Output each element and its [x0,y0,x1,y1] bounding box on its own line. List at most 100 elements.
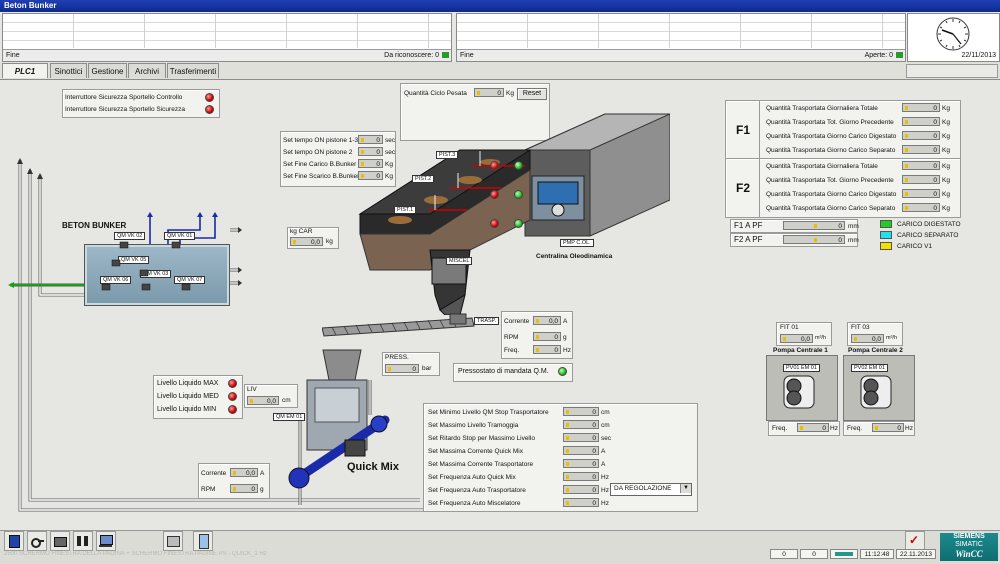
screw-conveyor [322,313,475,337]
kgcar-value: 0,0 [290,237,323,246]
binoculars-icon[interactable] [73,531,93,551]
alarm-grid [457,14,905,48]
quickmix-label: RPM [201,486,216,493]
exit-icon[interactable] [4,531,24,551]
pump-2-freq: Freq. 0 Hz [843,421,915,436]
trasp-value: 0 [533,332,561,341]
f2-label: Quantità Trasportata Giorno Carico Separ… [766,205,896,212]
pf-unit: mm [848,223,859,230]
setting-value[interactable]: 0 [563,420,599,429]
check-icon[interactable]: ✓ [905,531,925,551]
print-icon[interactable] [50,531,70,551]
f1-title: F1 [736,123,751,137]
pump-freq-value: 0 [797,423,829,432]
brand-siemens: SIEMENS [953,533,985,540]
alarm-grid [3,14,451,48]
tab-plc1[interactable]: PLC1 [2,63,48,78]
alarm-footer: Fine Da riconoscere: 0 [3,49,451,61]
f2-title: F2 [736,181,751,195]
piston-tag: PIST.3 [436,151,459,159]
pump-fit-value: 0,0 [851,334,884,343]
setting-label: Set Massimo Livello Tramoggia [428,422,519,429]
f2-label: Quantità Trasportata Giorno Carico Diges… [766,191,897,198]
tab-archivi[interactable]: Archivi [128,63,166,78]
legend-label: CARICO DIGESTATO [897,221,961,228]
mode-select[interactable]: DA REGOLAZIONE ▼ [610,483,692,496]
setting-value[interactable]: 0 [563,446,599,455]
legend-swatch-separato [880,231,892,239]
pump-fit-value: 0,0 [780,334,813,343]
f1-unit: Kg [942,133,950,140]
quickmix-em-tag: QM EM 01 [273,413,306,421]
safety-led-2 [205,105,214,114]
pump-freq-value: 0 [872,423,904,432]
pump-1-fit: FIT 01 0,0 m³/h [776,322,832,346]
f1-label: Quantità Trasportata Tot. Giorno Precede… [766,119,894,126]
setting-label: Set Frequenza Auto Trasportatore [428,487,526,494]
alarm-ack-icon[interactable] [442,52,449,58]
key-icon[interactable] [27,531,47,551]
piston-led [514,219,523,228]
kgcar-panel: kg CAR 0,0 kg [287,227,339,249]
screen-icon[interactable] [163,531,183,551]
tab-sinottici[interactable]: Sinottici [50,63,87,78]
f1-divider [759,101,760,159]
alarm-panel-right[interactable]: Fine Aperte: 0 [456,13,906,62]
tab-trasferimenti[interactable]: Trasferimenti [167,63,219,78]
setting-value[interactable]: 0 [563,485,599,494]
f2-unit: Kg [942,205,950,212]
pf-value: 0 [783,221,845,230]
livello-label: Livello Liquido MAX [157,380,219,387]
reset-button[interactable]: Reset [517,88,547,100]
ciclo-label: Quantità Ciclo Pesata [404,90,467,97]
liv-label: LIV [247,386,257,393]
setting-label: Set Massima Corrente Quick Mix [428,448,523,455]
alarm-panel-left[interactable]: Fine Da riconoscere: 0 [2,13,452,62]
pump-1-freq: Freq. 0 Hz [768,421,840,436]
piston-led [490,219,499,228]
safety-panel: Interruttore Sicurezza Sportello Control… [62,89,220,118]
pump-fit-label: FIT 01 [780,324,799,331]
setting-value[interactable]: 0 [563,472,599,481]
f1-label: Quantità Trasportata Giornaliera Totale [766,105,878,112]
tab-gestione[interactable]: Gestione [88,63,127,78]
f1-unit: Kg [942,119,950,126]
setting-value[interactable]: 0 [563,459,599,468]
f2-value: 0 [902,203,940,212]
piston-led [490,190,499,199]
quickmix-panel: Corrente 0,0 A RPM 0 g [198,463,270,499]
legend-label: CARICO V1 [897,243,933,250]
pump-2-icon [860,375,892,409]
chevron-down-icon[interactable]: ▼ [680,484,691,493]
f1-label: Quantità Trasportata Giorno Carico Separ… [766,147,896,154]
quickmix-title: Quick Mix [347,461,399,473]
quickmix-label: Corrente [201,470,227,477]
setting-unit: sec [601,435,612,442]
setting-unit: A [601,461,606,468]
pump-em-tag: PV01 EM 01 [783,364,820,372]
document-icon[interactable] [193,531,213,551]
f2-unit: Kg [942,177,950,184]
setting-value[interactable]: 0 [563,407,599,416]
trasp-label: Freq. [504,347,520,354]
f1-unit: Kg [942,105,950,112]
piston-led [490,161,499,170]
f1-value: 0 [902,117,940,126]
livello-led [228,379,237,388]
pmp-tag: PMP C.OL. [560,239,594,247]
pressostato-label: Pressostato di mandata Q.M. [458,368,549,375]
status-count-1: 0 [770,549,798,559]
piston-led [514,161,523,170]
quickmix-value: 0,0 [230,468,258,477]
setting-value[interactable]: 0 [563,498,599,507]
f1-unit: Kg [942,147,950,154]
status-message: 2500 SCHERMO FINESTRA DELLA PAGINA + SCH… [4,551,267,557]
alarm-ack-icon[interactable] [896,52,903,58]
setting-value[interactable]: 0 [563,433,599,442]
setting-label: Set Minimo Livello QM Stop Trasportatore [428,409,549,416]
piston-led [514,190,523,199]
setting-unit: Hz [601,487,609,494]
computer-icon[interactable] [96,531,116,551]
window-title: Beton Bunker [0,0,1000,12]
setting-label: Set Frequenza Auto Miscelatore [428,500,521,507]
